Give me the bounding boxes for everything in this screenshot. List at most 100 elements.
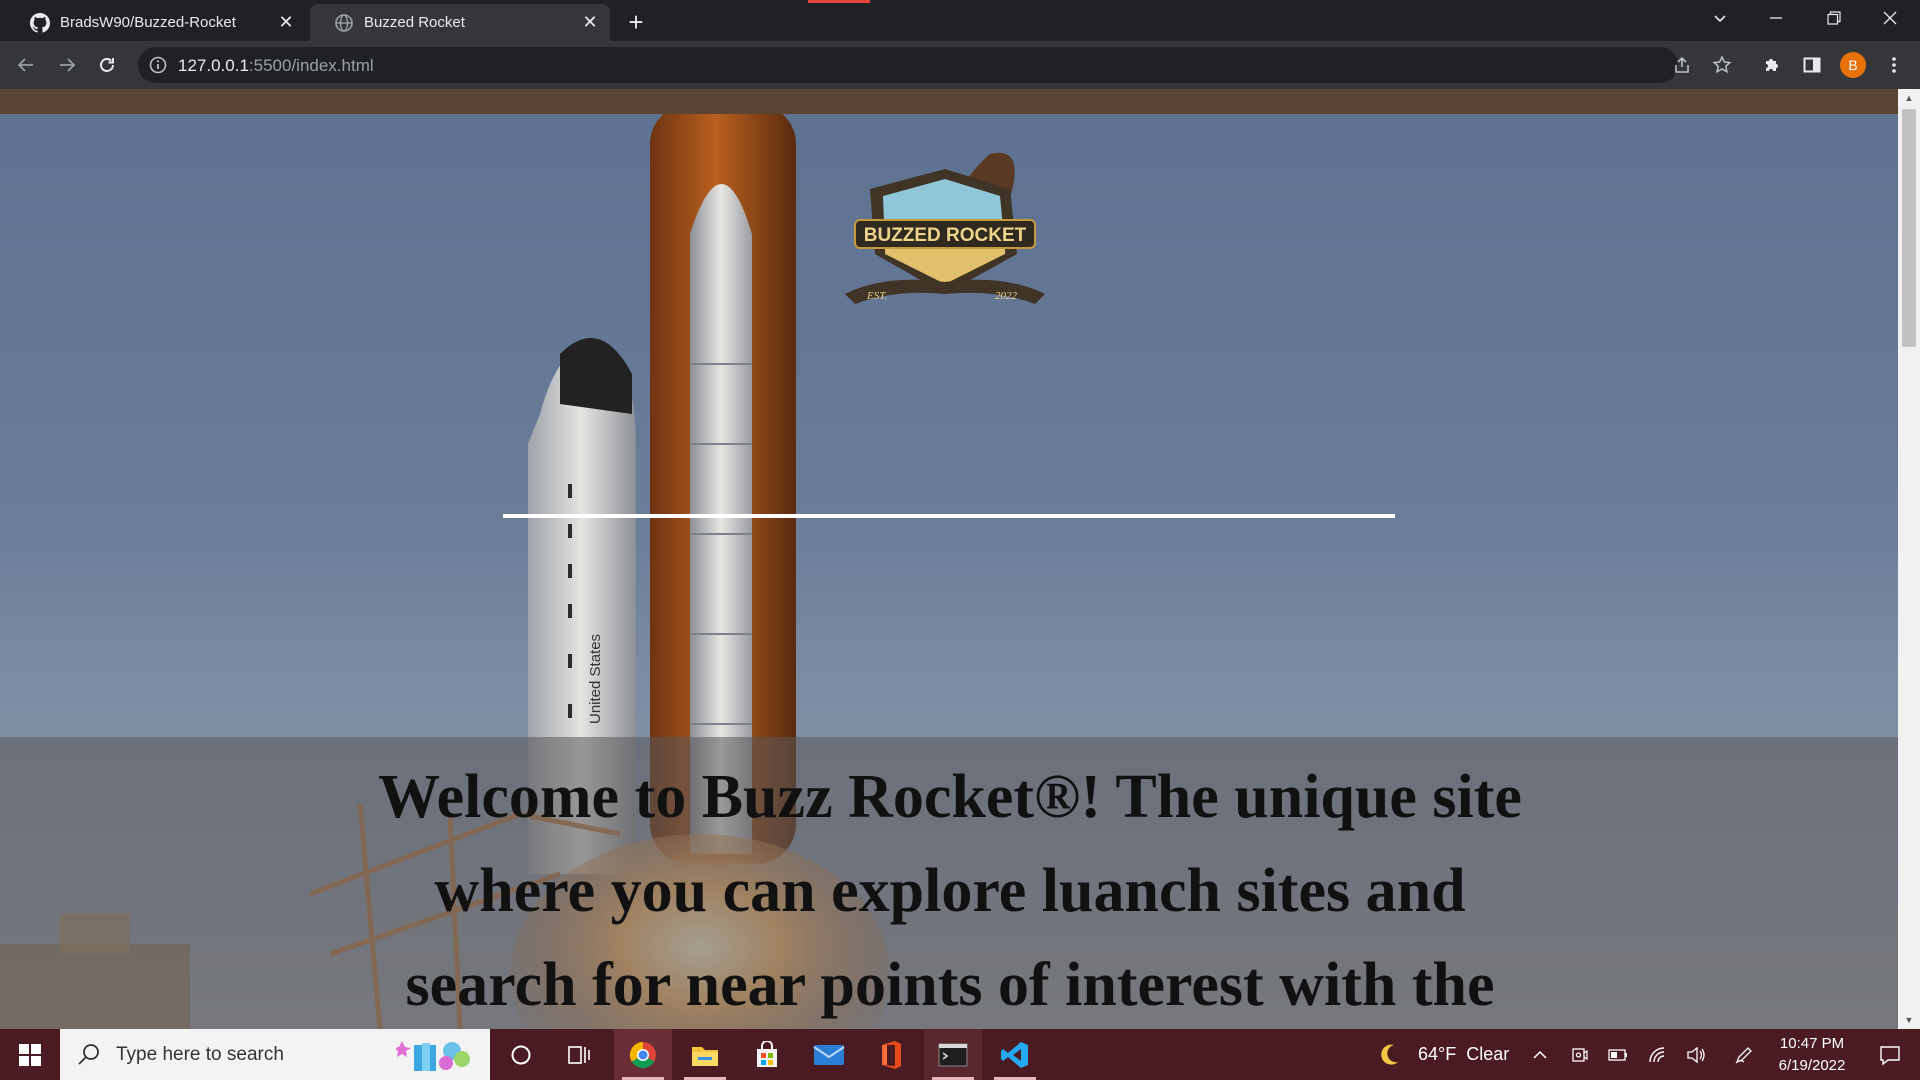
scroll-up-arrow[interactable]: ▲ [1898,89,1920,107]
arrow-right-icon [60,58,76,72]
battery-button[interactable] [1602,1029,1634,1080]
more-vertical-icon [1892,57,1896,73]
clock-date: 6/19/2022 [1778,1057,1846,1074]
browser-toolbar: 127.0.0.1:5500/index.html [0,41,1920,89]
url-path: :5500/index.html [248,56,374,75]
weather-temperature: 64°F [1418,1044,1457,1064]
taskbar-search[interactable]: Type here to search [60,1029,490,1080]
battery-icon [1608,1048,1627,1061]
clock-time: 10:47 PM [1779,1035,1845,1052]
meet-now-button[interactable] [1564,1029,1596,1080]
tab-title: BradsW90/Buzzed-Rocket [60,14,236,31]
minimize-button[interactable] [1748,0,1804,36]
buzzed-rocket-logo: BUZZED ROCKET EST. 2022 [845,152,1045,304]
camera-icon [1572,1047,1588,1062]
weather-widget[interactable]: 64°F Clear [1380,1029,1509,1080]
tab-buzzed-rocket[interactable]: Buzzed Rocket ✕ [310,4,610,41]
microsoft-store-icon [757,1040,777,1067]
tab-search-button[interactable] [1692,0,1748,36]
taskbar-terminal[interactable] [924,1029,982,1080]
tab-title: Buzzed Rocket [364,14,465,31]
extensions-button[interactable] [1756,49,1788,81]
search-icon [78,1043,99,1065]
taskbar-chrome[interactable] [614,1029,672,1080]
browser-tab-strip: BradsW90/Buzzed-Rocket ✕ Buzzed Rocket ✕… [0,0,1920,41]
tab-strip-highlight [808,0,870,3]
welcome-section: Welcome to Buzz Rocket®! The unique site… [0,737,1898,1029]
forward-button[interactable] [51,49,83,81]
notification-icon [1880,1045,1900,1065]
reload-button[interactable] [91,49,123,81]
page-scrollbar[interactable]: ▲ ▼ [1898,89,1920,1029]
logo-est: EST. [866,290,887,302]
network-button[interactable] [1642,1029,1674,1080]
taskbar-clock[interactable]: 10:47 PM 6/19/2022 [1756,1033,1868,1077]
vscode-icon [1001,1041,1028,1068]
info-icon[interactable] [148,55,168,75]
file-explorer-icon [692,1046,718,1066]
wifi-icon [1649,1046,1665,1062]
chrome-icon [629,1041,656,1068]
pen-icon [1735,1046,1752,1063]
bookmark-star-icon[interactable] [1712,55,1732,75]
close-window-button[interactable] [1862,0,1918,36]
globe-icon [335,13,353,32]
weather-description: Clear [1466,1044,1510,1064]
moon-icon [1381,1044,1398,1065]
hero-section: United States BUZZED ROCKET EST. 2022 We… [0,114,1898,1029]
site-nav-strip [0,89,1898,114]
pen-workspace-button[interactable] [1730,1029,1758,1080]
office-icon [882,1040,901,1069]
notifications-button[interactable] [1864,1029,1916,1080]
restore-button[interactable] [1806,0,1862,36]
terminal-icon [938,1043,968,1066]
taskbar-vscode[interactable] [986,1029,1044,1080]
windows-taskbar: Type here to search 64°F Clear 10:47 PM … [0,1029,1920,1080]
url-host: 127.0.0.1 [178,56,249,75]
reload-icon [100,58,114,72]
minimize-icon [1770,17,1782,19]
puzzle-icon [1766,59,1778,71]
search-highlight-icon [396,1041,470,1071]
start-button[interactable] [0,1029,60,1080]
task-view-button[interactable] [550,1029,608,1080]
taskbar-microsoft-store[interactable] [738,1029,796,1080]
side-panel-button[interactable] [1796,49,1828,81]
cortana-button[interactable] [492,1029,550,1080]
restore-icon [1827,11,1841,25]
close-tab-icon[interactable]: ✕ [276,12,296,33]
page-viewport: United States BUZZED ROCKET EST. 2022 We… [0,89,1898,1029]
hero-divider-line [503,514,1395,518]
arrow-left-icon [17,58,33,72]
close-icon [1883,11,1897,25]
side-panel-icon [1803,57,1821,73]
speaker-icon [1687,1046,1705,1063]
url-text: 127.0.0.1:5500/index.html [178,56,374,76]
welcome-heading: Welcome to Buzz Rocket®! The unique site… [378,763,1522,1019]
chrome-menu-button[interactable] [1878,49,1910,81]
windows-logo-icon [19,1043,41,1066]
logo-year: 2022 [995,290,1018,302]
address-bar[interactable]: 127.0.0.1:5500/index.html [138,47,1732,83]
back-button[interactable] [10,49,42,81]
chevron-down-icon [1714,15,1726,23]
scrollbar-thumb[interactable] [1902,109,1916,347]
cortana-icon [511,1045,531,1064]
taskbar-mail[interactable] [800,1029,858,1080]
taskbar-file-explorer[interactable] [676,1029,734,1080]
github-icon [30,12,50,33]
task-view-icon [568,1045,590,1064]
tab-github-repo[interactable]: BradsW90/Buzzed-Rocket ✕ [6,4,306,41]
show-hidden-icons-button[interactable] [1524,1029,1556,1080]
mail-icon [813,1044,845,1065]
taskbar-office[interactable] [862,1029,920,1080]
scroll-down-arrow[interactable]: ▼ [1898,1011,1920,1029]
chevron-up-icon [1533,1050,1547,1059]
volume-button[interactable] [1680,1029,1712,1080]
svg-text:United States: United States [587,634,604,724]
new-tab-button[interactable]: + [622,7,650,37]
search-placeholder: Type here to search [116,1043,284,1065]
close-tab-icon[interactable]: ✕ [580,12,600,33]
share-icon[interactable] [1672,55,1692,75]
profile-avatar[interactable]: B [1840,52,1866,78]
